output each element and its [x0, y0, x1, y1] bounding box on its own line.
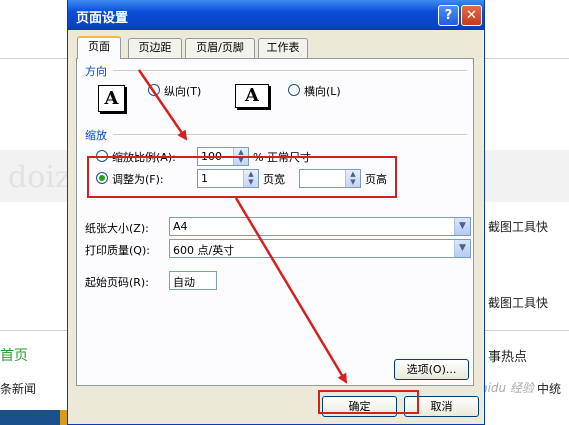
annotation-arrow [234, 197, 348, 384]
annotation-arrow [137, 69, 188, 141]
annotation-arrows [137, 69, 348, 384]
tab-page[interactable]: 页面 [77, 36, 121, 59]
